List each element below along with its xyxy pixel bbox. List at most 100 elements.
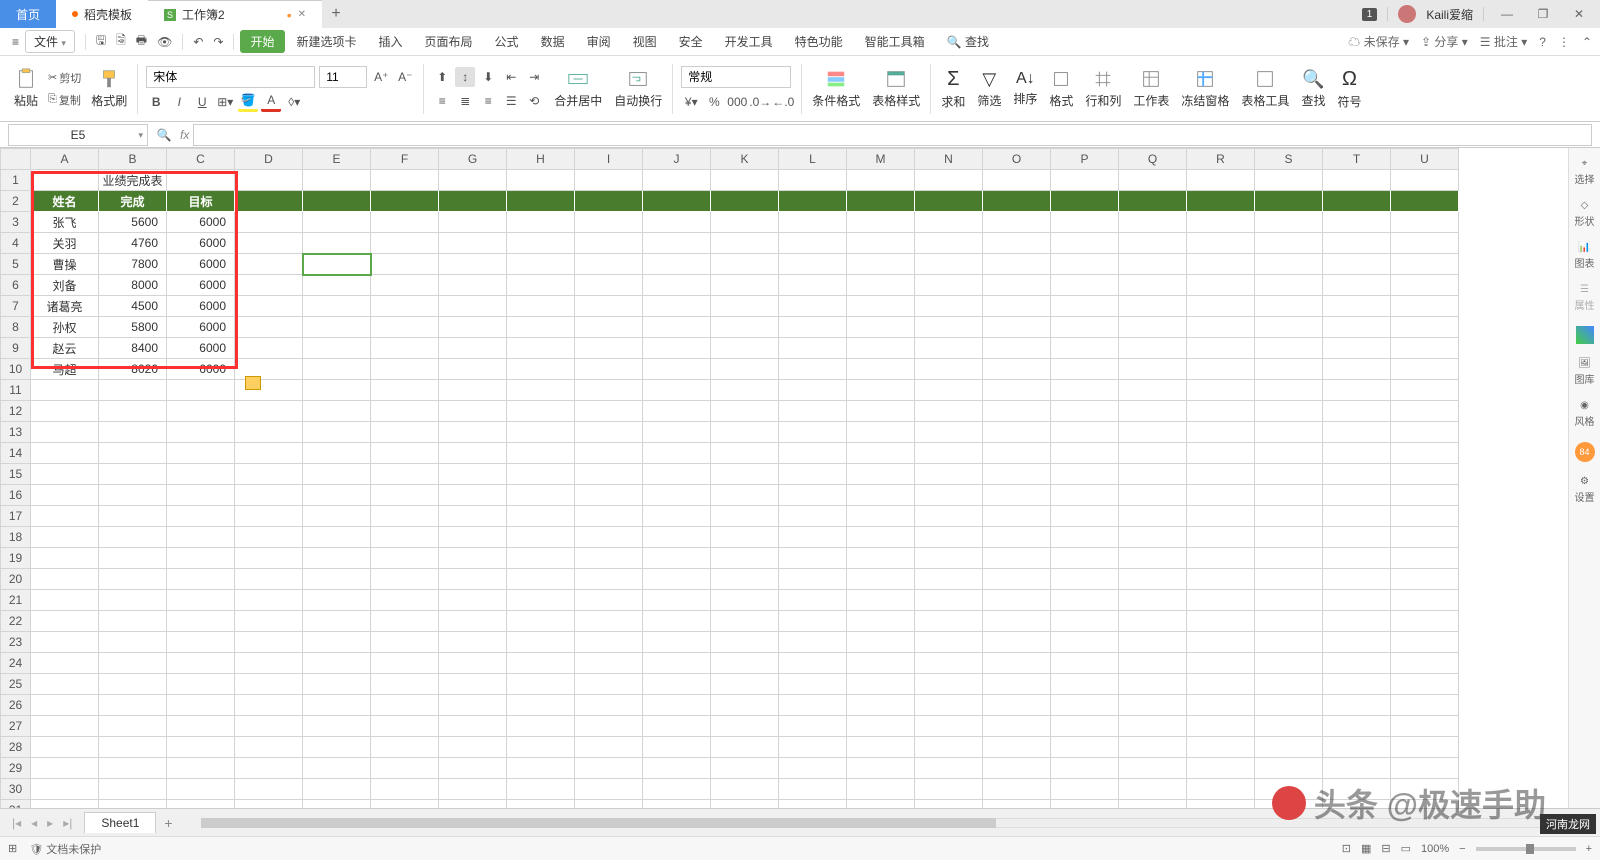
row-header-11[interactable]: 11: [1, 380, 31, 401]
cell-N10[interactable]: [915, 359, 983, 380]
cell-R31[interactable]: [1187, 800, 1255, 809]
view-read-icon[interactable]: ▭: [1401, 842, 1411, 855]
cell-Q9[interactable]: [1119, 338, 1187, 359]
merge-center-button[interactable]: 合并居中: [548, 64, 608, 113]
cell-F28[interactable]: [371, 737, 439, 758]
cell-M2[interactable]: [847, 191, 915, 212]
indent-increase-icon[interactable]: ⇥: [524, 67, 544, 87]
cell-L22[interactable]: [779, 611, 847, 632]
cell-H3[interactable]: [507, 212, 575, 233]
underline-icon[interactable]: U: [192, 92, 212, 112]
cell-O23[interactable]: [983, 632, 1051, 653]
cell-S14[interactable]: [1255, 443, 1323, 464]
cell-U24[interactable]: [1391, 653, 1459, 674]
row-header-16[interactable]: 16: [1, 485, 31, 506]
align-top-icon[interactable]: ⬆: [432, 67, 452, 87]
cell-A28[interactable]: [31, 737, 99, 758]
row-header-3[interactable]: 3: [1, 212, 31, 233]
annotate-button[interactable]: ☰ 批注 ▾: [1480, 33, 1527, 50]
cell-P19[interactable]: [1051, 548, 1119, 569]
currency-icon[interactable]: ¥▾: [681, 92, 701, 112]
cell-T31[interactable]: [1323, 800, 1391, 809]
cell-A21[interactable]: [31, 590, 99, 611]
cell-B24[interactable]: [99, 653, 167, 674]
side-style[interactable]: ◉风格: [1570, 394, 1600, 434]
cell-J23[interactable]: [643, 632, 711, 653]
cell-P12[interactable]: [1051, 401, 1119, 422]
copy-button[interactable]: ⎘ 复制: [44, 90, 85, 110]
tab-workbook[interactable]: S 工作簿2 • ✕: [148, 0, 322, 28]
cell-E26[interactable]: [303, 695, 371, 716]
cell-I9[interactable]: [575, 338, 643, 359]
cell-S2[interactable]: [1255, 191, 1323, 212]
cell-B26[interactable]: [99, 695, 167, 716]
cell-T7[interactable]: [1323, 296, 1391, 317]
cell-C5[interactable]: 6000: [167, 254, 235, 275]
tab-features[interactable]: 特色功能: [785, 33, 853, 50]
cell-Q28[interactable]: [1119, 737, 1187, 758]
cell-M16[interactable]: [847, 485, 915, 506]
cell-U7[interactable]: [1391, 296, 1459, 317]
cell-F13[interactable]: [371, 422, 439, 443]
cell-L5[interactable]: [779, 254, 847, 275]
table-style-button[interactable]: 表格样式: [866, 64, 926, 113]
cell-N31[interactable]: [915, 800, 983, 809]
col-header-L[interactable]: L: [779, 149, 847, 170]
cell-H13[interactable]: [507, 422, 575, 443]
cell-A20[interactable]: [31, 569, 99, 590]
cell-I12[interactable]: [575, 401, 643, 422]
cell-A16[interactable]: [31, 485, 99, 506]
cell-R7[interactable]: [1187, 296, 1255, 317]
row-header-31[interactable]: 31: [1, 800, 31, 809]
cell-J6[interactable]: [643, 275, 711, 296]
cell-S10[interactable]: [1255, 359, 1323, 380]
cell-A31[interactable]: [31, 800, 99, 809]
cell-E28[interactable]: [303, 737, 371, 758]
cell-L8[interactable]: [779, 317, 847, 338]
cell-P10[interactable]: [1051, 359, 1119, 380]
status-mode-icon[interactable]: ⊞: [8, 842, 17, 855]
sheet-nav-last[interactable]: ▸|: [59, 816, 76, 830]
cell-Q7[interactable]: [1119, 296, 1187, 317]
cell-C2[interactable]: 目标: [167, 191, 235, 212]
cell-O19[interactable]: [983, 548, 1051, 569]
cell-I25[interactable]: [575, 674, 643, 695]
cell-G1[interactable]: [439, 170, 507, 191]
cell-T19[interactable]: [1323, 548, 1391, 569]
cell-R22[interactable]: [1187, 611, 1255, 632]
cell-R30[interactable]: [1187, 779, 1255, 800]
cell-S25[interactable]: [1255, 674, 1323, 695]
cell-T14[interactable]: [1323, 443, 1391, 464]
align-justify-icon[interactable]: ☰: [501, 91, 521, 111]
cell-N27[interactable]: [915, 716, 983, 737]
cell-L14[interactable]: [779, 443, 847, 464]
cell-U31[interactable]: [1391, 800, 1459, 809]
cell-Q27[interactable]: [1119, 716, 1187, 737]
cell-B7[interactable]: 4500: [99, 296, 167, 317]
cell-P13[interactable]: [1051, 422, 1119, 443]
cell-F24[interactable]: [371, 653, 439, 674]
wrap-text-button[interactable]: 自动换行: [608, 64, 668, 113]
cell-L26[interactable]: [779, 695, 847, 716]
cell-I5[interactable]: [575, 254, 643, 275]
cell-O15[interactable]: [983, 464, 1051, 485]
cell-H8[interactable]: [507, 317, 575, 338]
fx-search-icon[interactable]: 🔍: [152, 128, 176, 142]
cell-H10[interactable]: [507, 359, 575, 380]
cell-U15[interactable]: [1391, 464, 1459, 485]
font-name-select[interactable]: [146, 66, 315, 88]
cell-O14[interactable]: [983, 443, 1051, 464]
cell-F17[interactable]: [371, 506, 439, 527]
cell-B17[interactable]: [99, 506, 167, 527]
cell-B11[interactable]: [99, 380, 167, 401]
redo-icon[interactable]: ↷: [209, 35, 227, 49]
cell-A23[interactable]: [31, 632, 99, 653]
cell-F31[interactable]: [371, 800, 439, 809]
cell-J21[interactable]: [643, 590, 711, 611]
cell-U10[interactable]: [1391, 359, 1459, 380]
cell-F23[interactable]: [371, 632, 439, 653]
close-button[interactable]: ✕: [1566, 4, 1592, 24]
cell-I20[interactable]: [575, 569, 643, 590]
cell-C28[interactable]: [167, 737, 235, 758]
col-header-C[interactable]: C: [167, 149, 235, 170]
